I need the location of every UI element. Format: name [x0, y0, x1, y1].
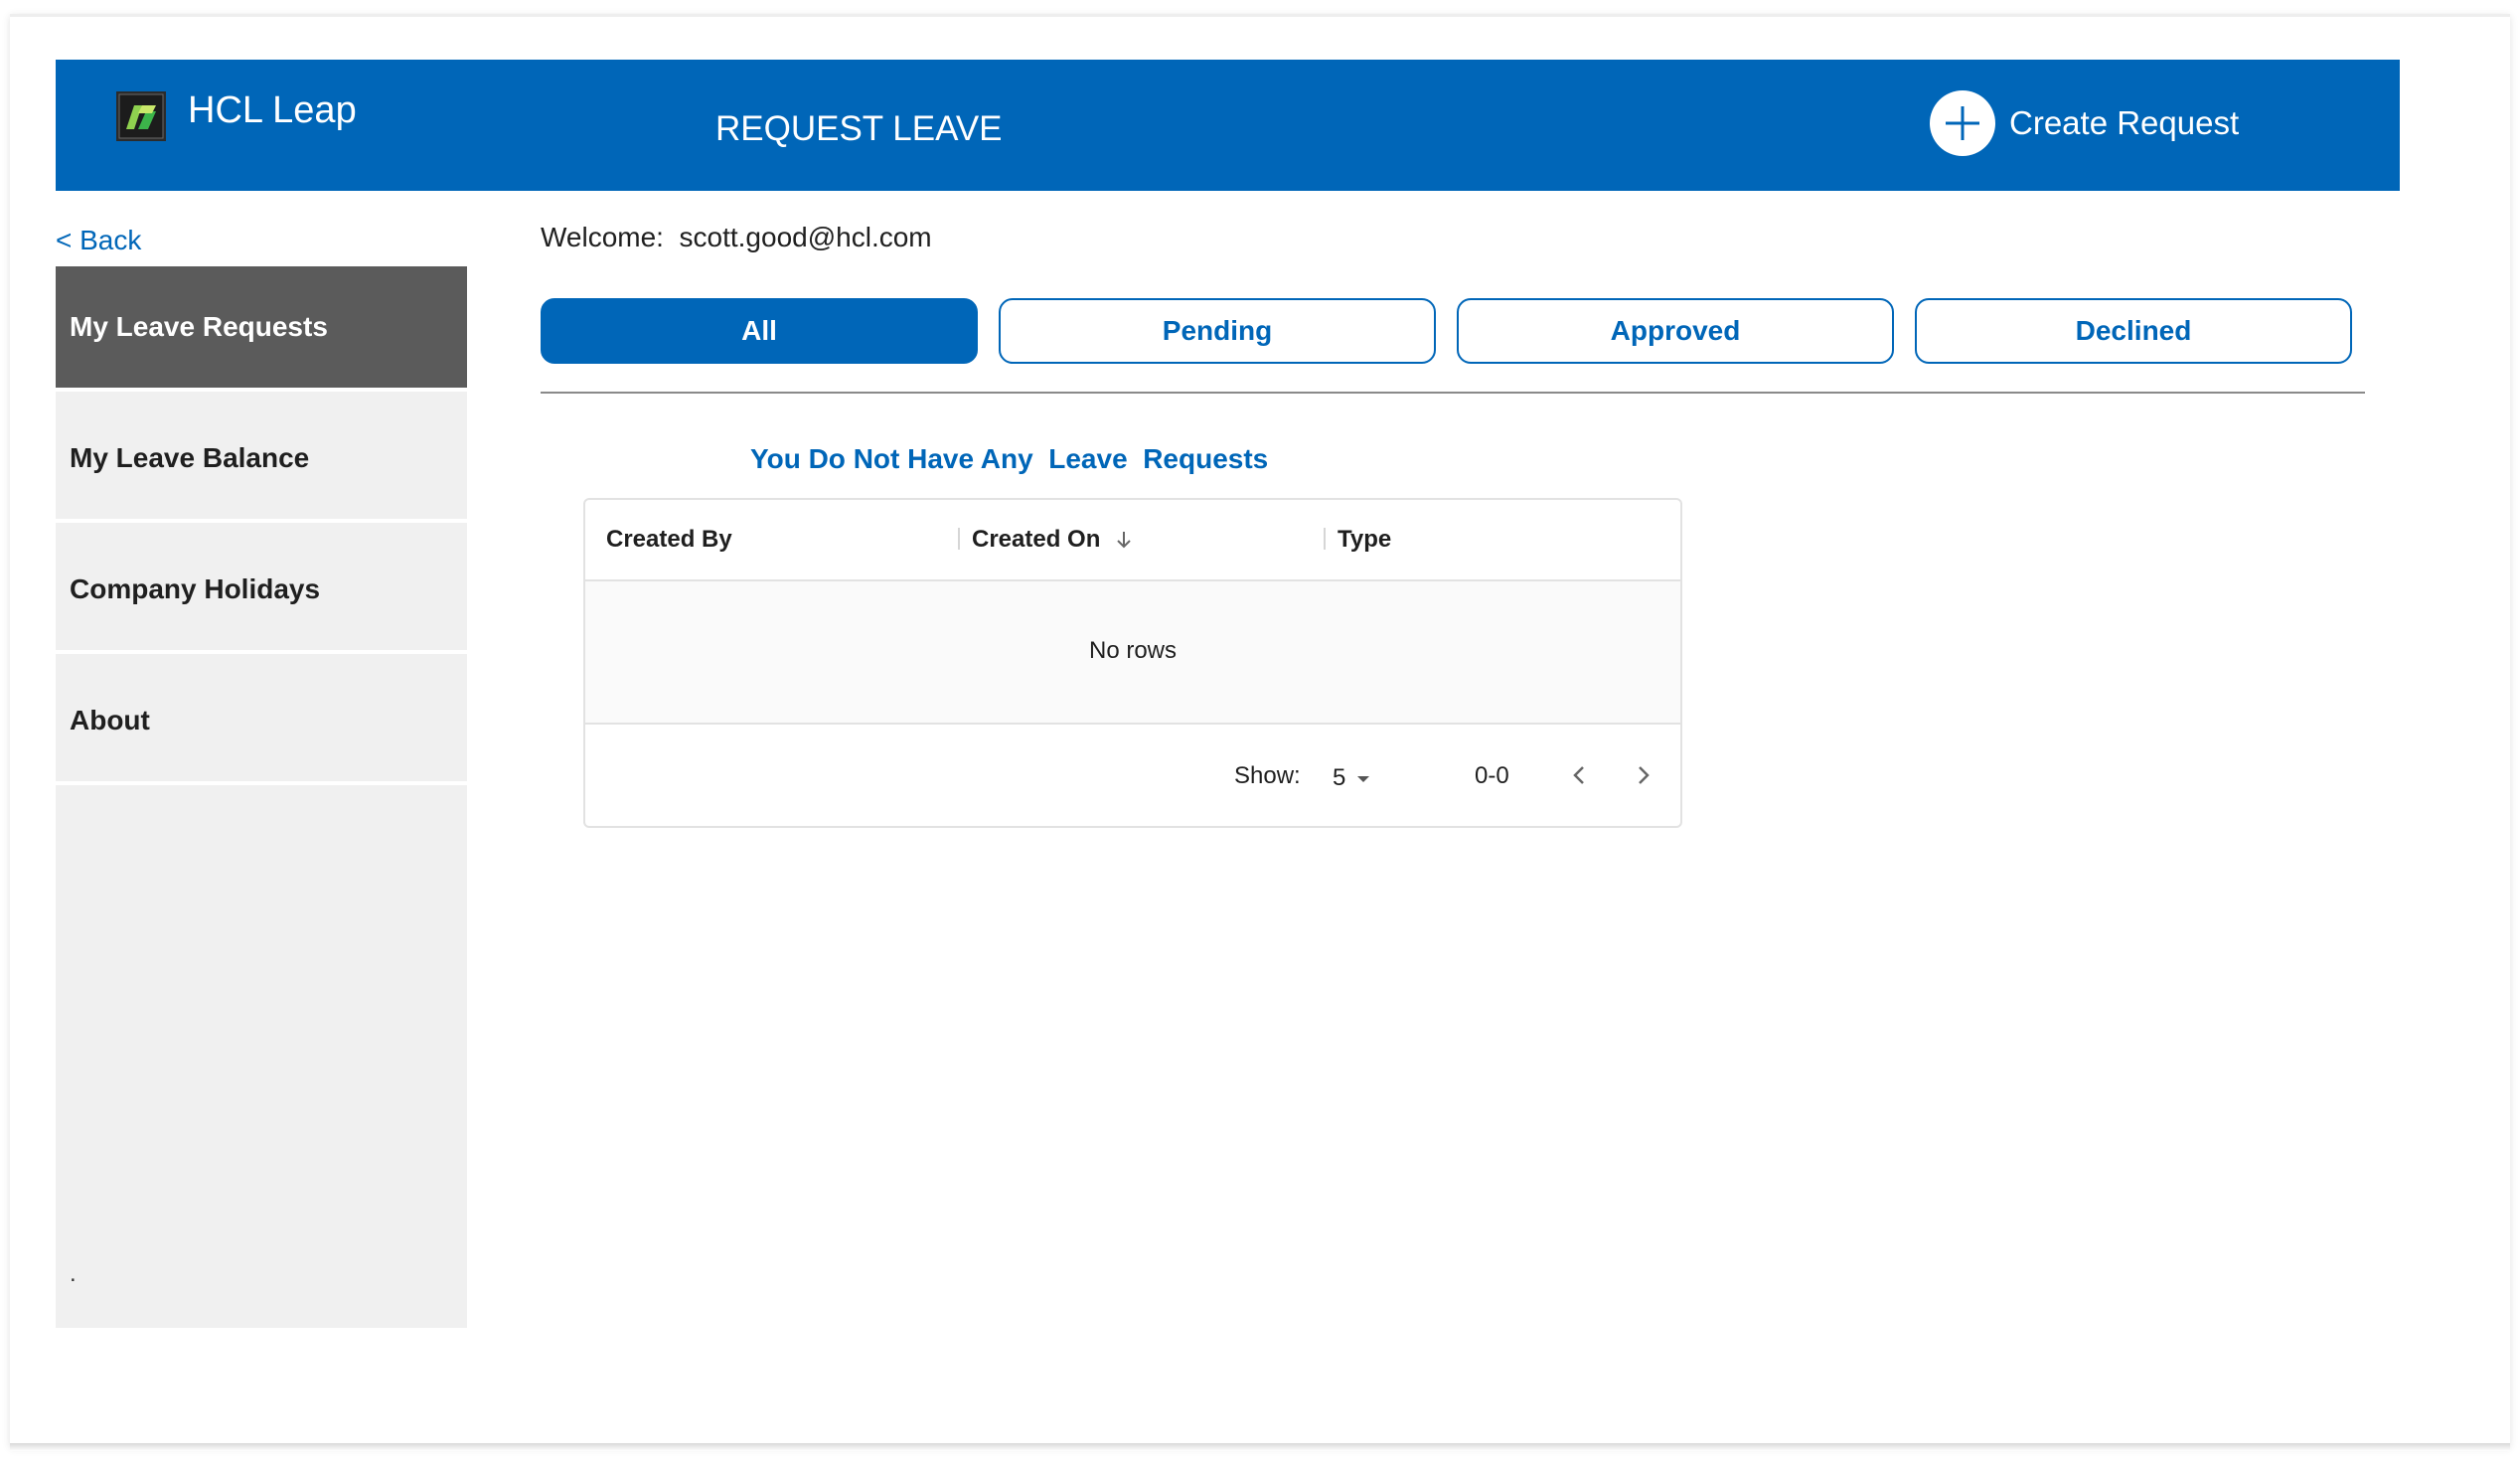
page-title: REQUEST LEAVE: [715, 109, 1003, 148]
caret-down-icon: [1357, 776, 1370, 782]
tab-all[interactable]: All: [541, 298, 978, 364]
column-header-label: Created By: [606, 526, 732, 553]
create-request-label: Create Request: [2009, 104, 2240, 141]
leave-requests-grid: Created By Created On Type No rows Show:…: [583, 498, 1682, 828]
sidebar-footer-dot: .: [70, 1260, 77, 1287]
chevron-left-icon: [1573, 766, 1584, 784]
sidebar-item-company-holidays[interactable]: Company Holidays: [56, 529, 467, 654]
page-size-select[interactable]: 5: [1333, 764, 1375, 792]
sidebar-item-label: My Leave Requests: [70, 311, 328, 342]
create-request-button[interactable]: Create Request: [1930, 89, 2239, 157]
brand-name: HCL Leap: [188, 89, 357, 131]
tab-declined[interactable]: Declined: [1915, 298, 2352, 364]
column-header-created-by[interactable]: Created By: [606, 526, 732, 554]
sidebar-item-my-leave-requests[interactable]: My Leave Requests: [56, 266, 467, 392]
column-header-label: Type: [1338, 526, 1392, 553]
grid-header: Created By Created On Type: [585, 500, 1680, 581]
page-size-value: 5: [1333, 764, 1346, 791]
sidebar-item-label: About: [70, 705, 150, 735]
sidebar: My Leave Requests My Leave Balance Compa…: [56, 266, 467, 1328]
sidebar-item-my-leave-balance[interactable]: My Leave Balance: [56, 398, 467, 523]
plus-icon: [1930, 90, 1995, 156]
column-separator[interactable]: [958, 528, 960, 550]
no-rows-text: No rows: [1088, 637, 1178, 664]
page-range: 0-0: [1475, 762, 1509, 789]
empty-requests-message: You Do Not Have Any Leave Requests: [750, 443, 1269, 474]
back-link[interactable]: < Back: [56, 225, 141, 256]
tab-approved[interactable]: Approved: [1457, 298, 1894, 364]
next-page-button[interactable]: [1629, 760, 1658, 790]
sidebar-item-label: Company Holidays: [70, 573, 321, 604]
status-tabs: All Pending Approved Declined: [541, 290, 2365, 394]
column-separator[interactable]: [1324, 528, 1326, 550]
column-header-label: Created On: [972, 526, 1101, 553]
hcl-leap-logo-icon: [116, 91, 166, 141]
arrow-down-icon: [1117, 532, 1132, 549]
sidebar-item-about[interactable]: About: [56, 660, 467, 785]
grid-body: No rows: [585, 581, 1680, 725]
previous-page-button[interactable]: [1564, 760, 1594, 790]
window-shadow: [10, 1443, 2510, 1451]
tab-pending[interactable]: Pending: [999, 298, 1436, 364]
chevron-right-icon: [1639, 766, 1650, 784]
welcome-text: Welcome: scott.good@hcl.com: [541, 222, 932, 252]
app-header: HCL Leap REQUEST LEAVE Create Request: [56, 60, 2400, 191]
grid-pagination: Show: 5 0-0: [585, 725, 1680, 826]
sidebar-item-label: My Leave Balance: [70, 442, 310, 473]
page-size-label: Show:: [1234, 762, 1301, 789]
column-header-created-on[interactable]: Created On: [972, 526, 1136, 554]
column-header-type[interactable]: Type: [1338, 526, 1391, 554]
